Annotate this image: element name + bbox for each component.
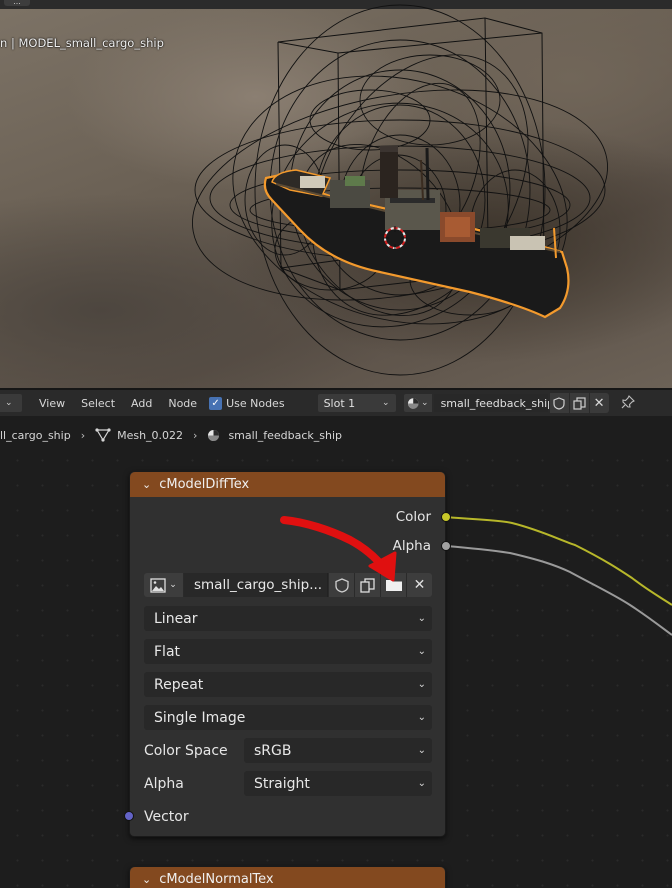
image-fake-user-button[interactable]: [328, 573, 354, 597]
extension-dropdown[interactable]: Repeat ⌄: [144, 672, 432, 697]
alpha-mode-label: Alpha: [144, 775, 184, 792]
chevron-down-icon: ⌄: [417, 613, 426, 624]
color-output-socket[interactable]: [441, 512, 451, 522]
image-duplicate-button[interactable]: [354, 573, 380, 597]
image-browse-button[interactable]: ⌄: [144, 573, 184, 597]
chevron-down-icon[interactable]: ⌄: [142, 478, 151, 491]
interpolation-value: Linear: [154, 610, 198, 627]
image-name-field[interactable]: small_cargo_ship...: [184, 573, 328, 597]
alpha-mode-dropdown[interactable]: Straight ⌄: [244, 771, 432, 796]
copy-icon: [360, 577, 375, 593]
shield-icon: [334, 577, 349, 593]
color-space-value: sRGB: [254, 742, 292, 759]
vector-input-socket[interactable]: [124, 811, 134, 821]
output-alpha-row: Alpha: [393, 536, 431, 556]
projection-value: Flat: [154, 643, 181, 660]
chevron-down-icon: ⌄: [417, 712, 426, 723]
folder-icon: [385, 580, 402, 591]
alpha-link: [445, 545, 672, 636]
output-color-label: Color: [395, 509, 431, 525]
source-value: Single Image: [154, 709, 246, 726]
alpha-output-socket[interactable]: [441, 541, 451, 551]
source-dropdown[interactable]: Single Image ⌄: [144, 705, 432, 730]
chevron-down-icon[interactable]: ⌄: [142, 873, 151, 886]
color-space-dropdown[interactable]: sRGB ⌄: [244, 738, 432, 763]
output-color-row: Color: [396, 507, 431, 527]
input-vector-label: Vector: [144, 808, 189, 825]
close-icon: ✕: [413, 577, 426, 593]
node-title: cModelDiffTex: [159, 477, 250, 492]
image-icon: [150, 577, 166, 593]
color-link: [445, 516, 672, 606]
chevron-down-icon: ⌄: [417, 679, 426, 690]
chevron-down-icon: ⌄: [417, 745, 426, 756]
extension-value: Repeat: [154, 676, 204, 693]
image-name: small_cargo_ship...: [194, 577, 323, 593]
interpolation-dropdown[interactable]: Linear ⌄: [144, 606, 432, 631]
unlink-image-button[interactable]: ✕: [406, 573, 432, 597]
node-header[interactable]: ⌄ cModelDiffTex: [130, 472, 445, 497]
image-texture-node[interactable]: ⌄ cModelDiffTex Color Alpha ⌄ small_carg…: [129, 471, 446, 837]
node-header[interactable]: ⌄ cModelNormalTex: [130, 867, 445, 888]
chevron-down-icon: ⌄: [417, 646, 426, 657]
chevron-down-icon: ⌄: [417, 778, 426, 789]
output-alpha-label: Alpha: [392, 538, 431, 554]
color-space-label: Color Space: [144, 742, 228, 759]
node-title: cModelNormalTex: [159, 872, 274, 887]
image-datablock-selector: ⌄ small_cargo_ship... ✕: [144, 573, 432, 597]
open-image-button[interactable]: [380, 573, 406, 597]
projection-dropdown[interactable]: Flat ⌄: [144, 639, 432, 664]
normal-texture-node[interactable]: ⌄ cModelNormalTex: [129, 866, 446, 888]
chevron-down-icon: ⌄: [169, 580, 177, 590]
alpha-mode-value: Straight: [254, 775, 310, 792]
